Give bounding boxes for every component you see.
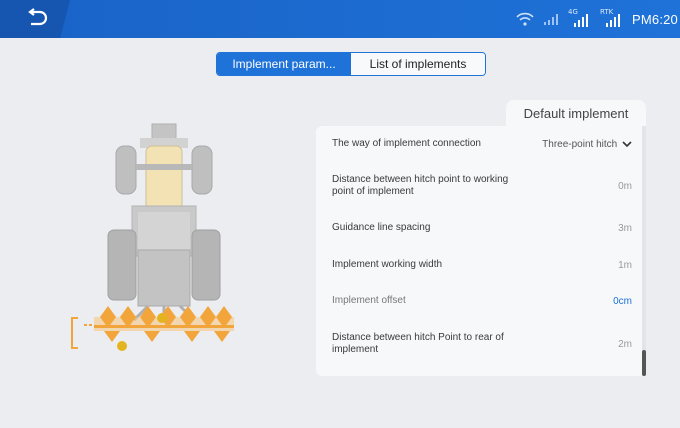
row-implement-offset[interactable]: Implement offset 0cm — [332, 293, 632, 309]
back-button[interactable] — [24, 8, 50, 30]
row-value: Three-point hitch — [542, 139, 632, 150]
cell-signal-icon — [543, 14, 558, 25]
row-value: 0m — [618, 180, 632, 192]
row-working-width[interactable]: Implement working width 1m — [332, 257, 632, 273]
row-label: Distance between hitch point to working … — [332, 174, 509, 197]
back-arrow-icon — [28, 8, 48, 26]
implement-parameter-panel: The way of implement connection Three-po… — [316, 126, 646, 376]
status-area: 4G RTK PM6:20 — [516, 0, 680, 38]
row-hitch-to-working-point[interactable]: Distance between hitch point to working … — [332, 172, 632, 200]
clock: PM6:20 — [631, 11, 678, 27]
row-label: Implement working width — [332, 259, 443, 270]
row-label: The way of implement connection — [332, 138, 481, 149]
signal-rtk-label: RTK — [599, 8, 614, 16]
signal-4g: 4G — [567, 8, 590, 28]
tractor-icon — [71, 123, 234, 351]
connection-type-value: Three-point hitch — [542, 138, 618, 150]
row-label: Distance between hitch Point to rear of … — [332, 332, 504, 355]
scrollbar-thumb[interactable] — [642, 350, 646, 376]
panel-title-tab: Default implement — [506, 100, 646, 128]
signal-4g-label: 4G — [567, 8, 578, 16]
tractor-implement-illustration — [64, 120, 254, 360]
signal-rtk: RTK — [599, 8, 622, 28]
row-value: 3m — [618, 222, 632, 234]
row-value: 1m — [618, 259, 632, 271]
row-label: Guidance line spacing — [332, 222, 431, 233]
row-guidance-line-spacing[interactable]: Guidance line spacing 3m — [332, 220, 632, 236]
row-value: 0cm — [613, 295, 632, 307]
row-connection-way[interactable]: The way of implement connection Three-po… — [332, 136, 632, 152]
tab-bar: Implement param... List of implements — [216, 52, 486, 76]
top-bar: 4G RTK PM6:20 — [0, 0, 680, 38]
chevron-down-icon — [622, 141, 632, 147]
row-label: Implement offset — [332, 295, 406, 306]
wifi-icon — [516, 12, 534, 26]
panel-scrollbar[interactable] — [642, 126, 646, 376]
tab-implement-parameters[interactable]: Implement param... — [217, 53, 351, 75]
row-value: 2m — [618, 338, 632, 350]
row-hitch-to-rear[interactable]: Distance between hitch Point to rear of … — [332, 330, 632, 358]
tab-list-of-implements[interactable]: List of implements — [351, 53, 485, 75]
